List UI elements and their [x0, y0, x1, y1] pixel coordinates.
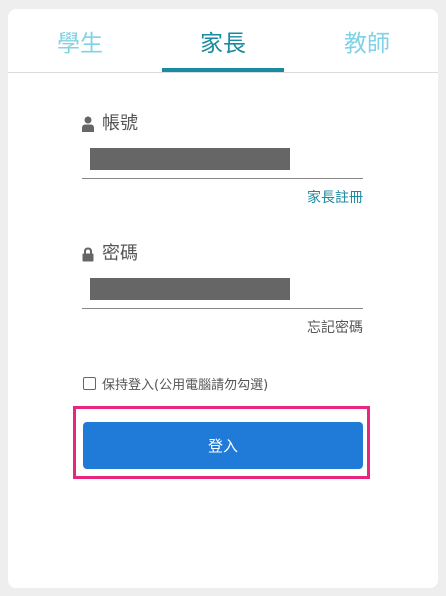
password-input[interactable] — [82, 278, 363, 309]
account-value-redacted — [90, 148, 290, 170]
role-tabs: 學生 家長 教師 — [8, 9, 438, 73]
remember-checkbox[interactable] — [83, 377, 96, 390]
account-label-text: 帳號 — [102, 113, 138, 134]
remember-label: 保持登入(公用電腦請勿勾選) — [102, 378, 269, 393]
tab-student[interactable]: 學生 — [35, 29, 125, 59]
lock-icon — [82, 246, 94, 261]
forgot-password-link[interactable]: 忘記密碼 — [307, 319, 363, 337]
tab-teacher[interactable]: 教師 — [322, 29, 412, 59]
account-input[interactable] — [82, 148, 363, 179]
tab-parent[interactable]: 家長 — [161, 29, 285, 59]
parent-register-link[interactable]: 家長註冊 — [307, 189, 363, 207]
login-card: 學生 家長 教師 帳號 家長註冊 密碼 忘記密碼 保持登入(公用電腦請勿勾選) … — [8, 9, 438, 588]
account-label: 帳號 — [82, 112, 138, 136]
user-icon — [82, 116, 94, 132]
login-button[interactable]: 登入 — [83, 422, 363, 469]
password-label-text: 密碼 — [102, 243, 138, 264]
password-label: 密碼 — [82, 242, 138, 266]
password-value-redacted — [90, 278, 290, 300]
active-tab-indicator — [162, 68, 284, 72]
remember-me[interactable]: 保持登入(公用電腦請勿勾選) — [83, 374, 268, 393]
